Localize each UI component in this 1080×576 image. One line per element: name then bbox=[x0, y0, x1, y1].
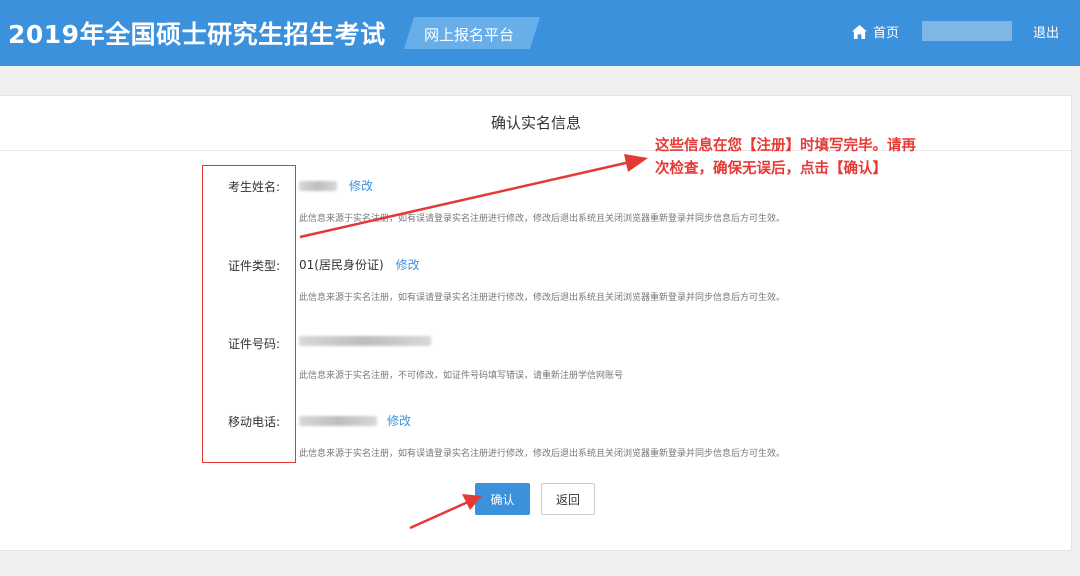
home-label: 首页 bbox=[873, 26, 900, 41]
highlight-box bbox=[202, 165, 296, 463]
field-hint-id-type: 此信息来源于实名注册，如有误请登录实名注册进行修改，修改后退出系统且关闭浏览器重… bbox=[299, 293, 786, 303]
edit-id-type-link[interactable]: 修改 bbox=[396, 256, 420, 273]
annotation-text: 这些信息在您【注册】时填写完毕。请再次检查，确保无误后，点击【确认】 bbox=[655, 138, 916, 177]
site-title: 2019年全国硕士研究生招生考试 bbox=[8, 20, 386, 49]
edit-name-link[interactable]: 修改 bbox=[349, 177, 373, 194]
field-hint-phone: 此信息来源于实名注册，如有误请登录实名注册进行修改，修改后退出系统且关闭浏览器重… bbox=[299, 449, 786, 459]
phone-redacted bbox=[299, 415, 377, 426]
home-link[interactable]: 首页 bbox=[852, 22, 899, 41]
top-header: 2019年全国硕士研究生招生考试 网上报名平台 首页 退出 bbox=[0, 0, 1080, 66]
logout-link[interactable]: 退出 bbox=[1033, 22, 1059, 41]
id-type-value: 01(居民身份证) bbox=[299, 258, 384, 272]
field-hint-id-number: 此信息来源于实名注册，不可修改，如证件号码填写错误，请重新注册学信网账号 bbox=[299, 371, 624, 381]
id-number-redacted bbox=[299, 336, 431, 346]
name-redacted bbox=[299, 180, 337, 191]
home-icon bbox=[852, 24, 867, 39]
edit-phone-link[interactable]: 修改 bbox=[387, 412, 411, 429]
platform-tab-label: 网上报名平台 bbox=[424, 26, 515, 44]
field-value-phone: 修改 bbox=[299, 412, 411, 429]
platform-tab[interactable]: 网上报名平台 bbox=[404, 17, 540, 49]
username-redacted bbox=[922, 21, 1012, 41]
confirm-button[interactable]: 确认 bbox=[475, 483, 530, 515]
field-value-name: 修改 bbox=[299, 177, 373, 194]
back-button[interactable]: 返回 bbox=[541, 483, 595, 515]
field-value-id-type: 01(居民身份证) 修改 bbox=[299, 256, 420, 273]
field-value-id-number bbox=[299, 336, 431, 346]
field-hint-name: 此信息来源于实名注册，如有误请登录实名注册进行修改，修改后退出系统且关闭浏览器重… bbox=[299, 214, 786, 224]
